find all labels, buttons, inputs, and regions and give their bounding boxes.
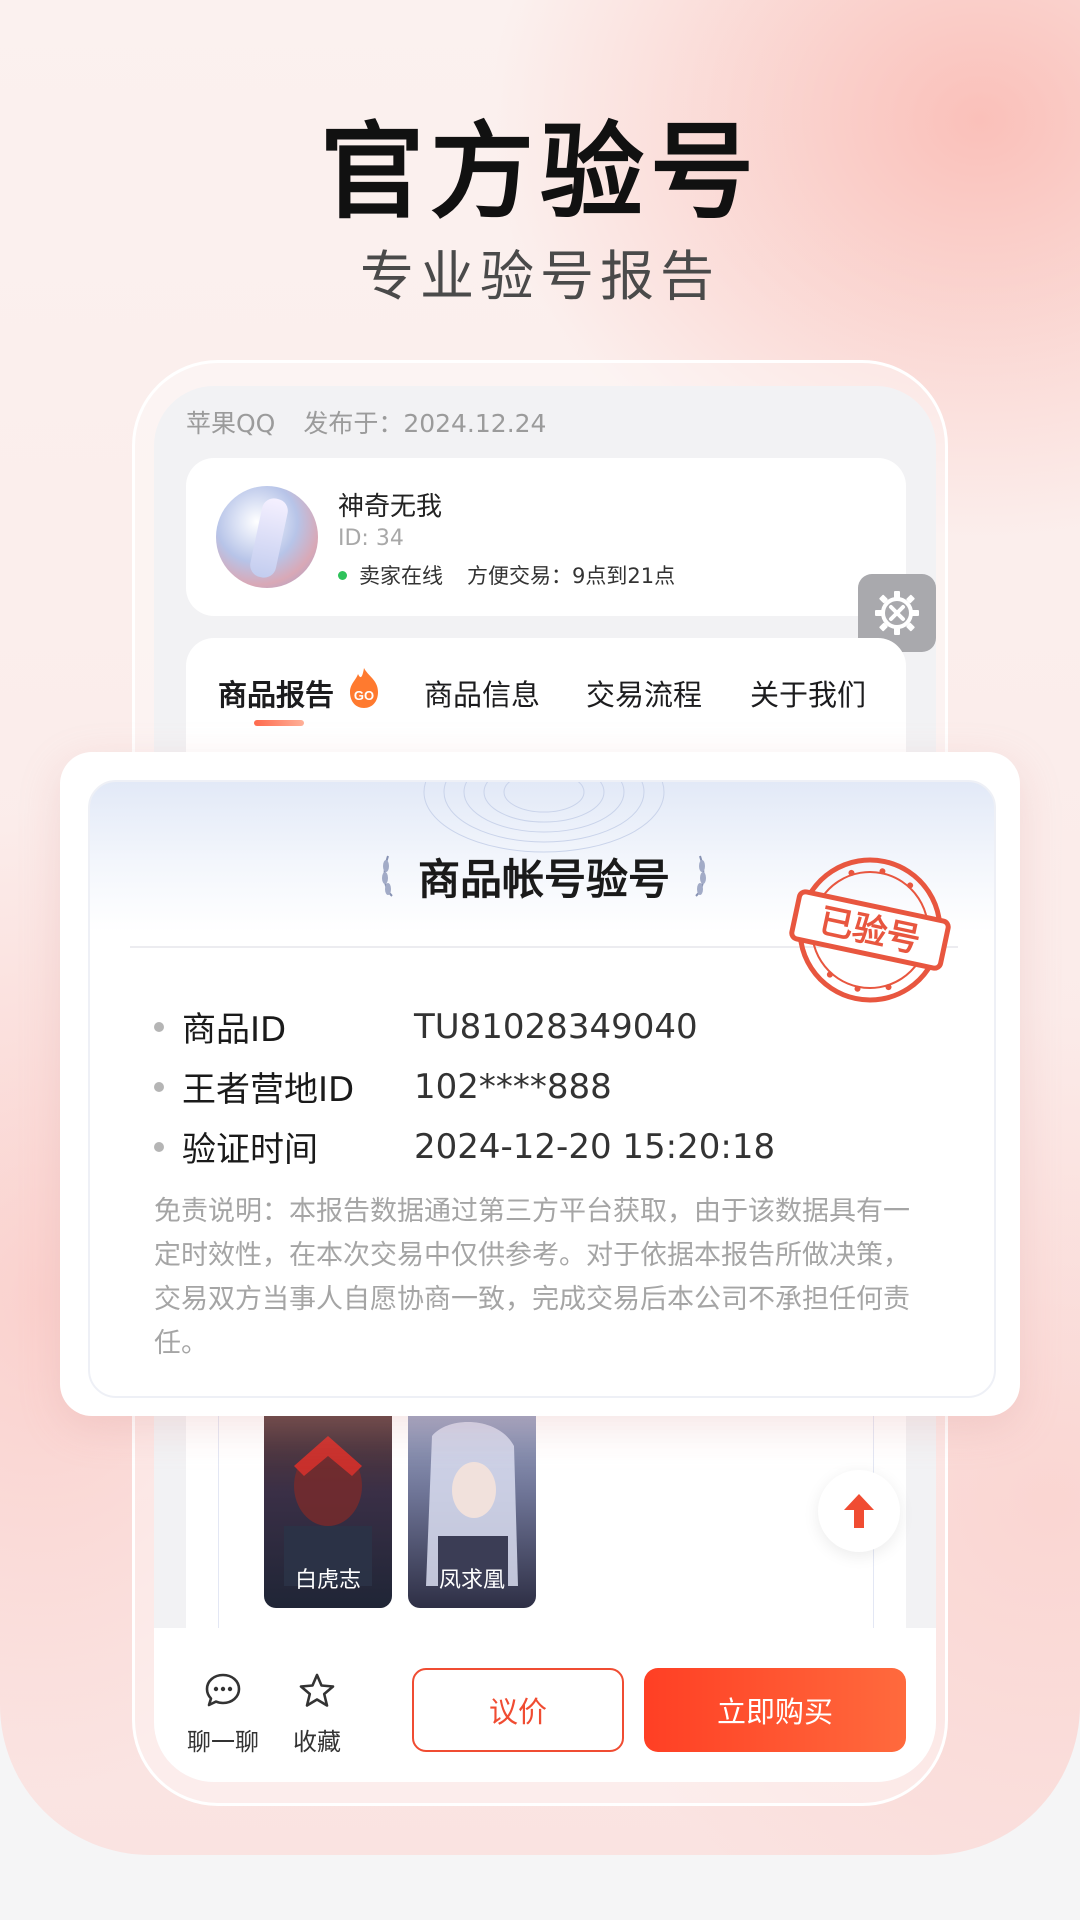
hero-skin-card[interactable]: 凤求凰 [408,1416,536,1608]
arrow-up-icon [844,1494,874,1528]
laurel-right-icon [695,855,706,897]
tab-label: 商品报告 [218,678,335,712]
promo-subheadline: 专业验号报告 [360,245,720,308]
report-row: 验证时间 2024-12-20 15:20:18 [154,1122,775,1171]
seller-card[interactable]: 神奇无我 ID: 34 卖家在线 方便交易：9点到21点 [186,458,906,616]
tab-product-report[interactable]: 商品报告 [218,672,334,714]
platform-label: 苹果QQ [186,409,276,438]
go-badge-label: GO [354,688,374,703]
bullet-icon [154,1021,164,1032]
tab-label: 关于我们 [750,678,867,712]
favorite-label[interactable]: 收藏 [272,1722,362,1757]
report-key: 验证时间 [182,1130,318,1170]
online-status: 卖家在线 [359,564,443,588]
bullet-icon [154,1141,164,1152]
scroll-to-top-button[interactable] [818,1470,900,1552]
hero-name: 凤求凰 [438,1568,505,1593]
online-indicator-icon [338,570,347,580]
negotiate-button[interactable]: 议价 [412,1668,624,1752]
settings-gear-icon [875,591,919,635]
tab-bar: 商品报告 GO 商品信息 交易流程 关于我们 [186,638,906,758]
tab-about-us[interactable]: 关于我们 [750,672,866,714]
seller-status: 卖家在线 方便交易：9点到21点 [338,560,675,590]
report-key: 商品ID [182,1010,287,1050]
fire-go-icon: GO [350,668,378,708]
bullet-icon [154,1081,164,1092]
report-row: 商品ID TU81028349040 [154,1002,698,1051]
tab-label: 商品信息 [424,678,541,712]
report-value: 2024-12-20 15:20:18 [414,1126,776,1167]
active-tab-indicator [254,720,304,726]
publish-date: 发布于：2024.12.24 [303,409,547,438]
hero-name: 白虎志 [294,1568,361,1593]
report-key: 王者营地ID [182,1070,355,1110]
tab-product-info[interactable]: 商品信息 [424,672,540,714]
bottom-action-bar: 聊一聊 收藏 议价 立即购买 [154,1628,936,1782]
seller-id: ID: 34 [338,526,404,551]
buy-now-button[interactable]: 立即购买 [644,1668,906,1752]
verified-stamp-icon: 已验号 [789,857,951,1003]
chat-label[interactable]: 聊一聊 [178,1722,268,1757]
report-value: TU81028349040 [414,1006,698,1047]
hero-skin-card[interactable]: 白虎志 [264,1416,392,1608]
tab-label: 交易流程 [586,678,703,712]
tab-trade-process[interactable]: 交易流程 [586,672,702,714]
report-row: 王者营地ID 102****888 [154,1062,612,1111]
chat-bubble-icon [205,1673,241,1707]
star-icon [299,1673,335,1707]
seller-name: 神奇无我 [338,492,443,522]
listing-meta: 苹果QQ 发布于：2024.12.24 [186,404,566,440]
report-value: 102****888 [414,1066,612,1107]
avatar[interactable] [216,486,318,588]
trade-hours: 方便交易：9点到21点 [467,564,676,588]
disclaimer-text: 免责说明：本报告数据通过第三方平台获取，由于该数据具有一定时效性，在本次交易中仅… [154,1196,910,1359]
promo-headline: 官方验号 [319,111,760,233]
